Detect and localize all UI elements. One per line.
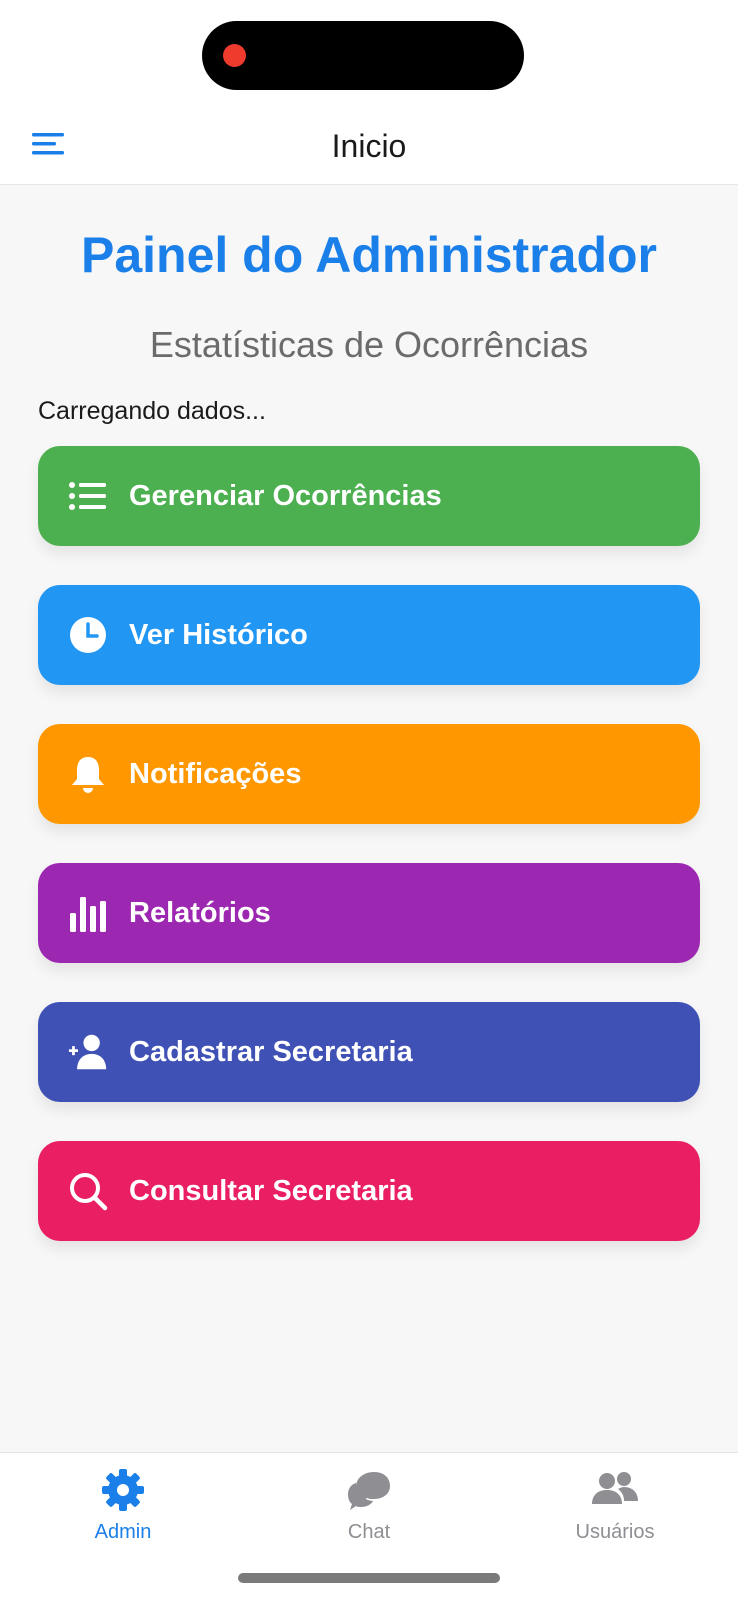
tab-chat-label: Chat	[347, 1521, 391, 1543]
register-secretary-button[interactable]: Cadastrar Secretaria	[38, 1002, 700, 1102]
stats-section-title: Estatísticas de Ocorrências	[149, 324, 589, 365]
search-secretary-button[interactable]: Consultar Secretaria	[38, 1141, 700, 1241]
manage-occurrences-button[interactable]: Gerenciar Ocorrências	[38, 446, 700, 546]
notifications-button[interactable]: Notificações	[38, 724, 700, 824]
register-secretary-label: Cadastrar Secretaria	[129, 1036, 413, 1068]
view-history-label: Ver Histórico	[129, 619, 308, 651]
page-title: Painel do Administrador	[80, 227, 657, 283]
status-bar	[0, 0, 738, 110]
list-icon	[68, 476, 108, 516]
tab-users[interactable]: Usuários	[492, 1453, 738, 1563]
view-history-button[interactable]: Ver Histórico	[38, 585, 700, 685]
clock-icon	[68, 615, 108, 655]
notifications-label: Notificações	[129, 758, 302, 790]
dynamic-island	[202, 21, 524, 90]
manage-occurrences-label: Gerenciar Ocorrências	[129, 480, 442, 512]
users-icon	[492, 1465, 738, 1515]
bar-chart-icon	[68, 893, 108, 933]
recording-indicator-icon	[223, 44, 246, 67]
tab-admin-label: Admin	[94, 1521, 152, 1543]
loading-text: Carregando dados...	[38, 397, 266, 425]
tab-admin[interactable]: Admin	[0, 1453, 246, 1563]
reports-button[interactable]: Relatórios	[38, 863, 700, 963]
chat-icon	[246, 1465, 492, 1515]
add-user-icon	[68, 1032, 108, 1072]
tab-chat[interactable]: Chat	[246, 1453, 492, 1563]
tab-users-label: Usuários	[575, 1521, 655, 1543]
action-list: Gerenciar Ocorrências Ver Histórico Noti…	[38, 446, 700, 1280]
reports-label: Relatórios	[129, 897, 271, 929]
header-title: Inicio	[331, 128, 407, 164]
search-icon	[68, 1171, 108, 1211]
search-secretary-label: Consultar Secretaria	[129, 1175, 413, 1207]
app-header: Inicio	[0, 110, 738, 185]
bell-icon	[68, 754, 108, 794]
home-indicator[interactable]	[238, 1573, 500, 1583]
gear-icon	[0, 1465, 246, 1515]
